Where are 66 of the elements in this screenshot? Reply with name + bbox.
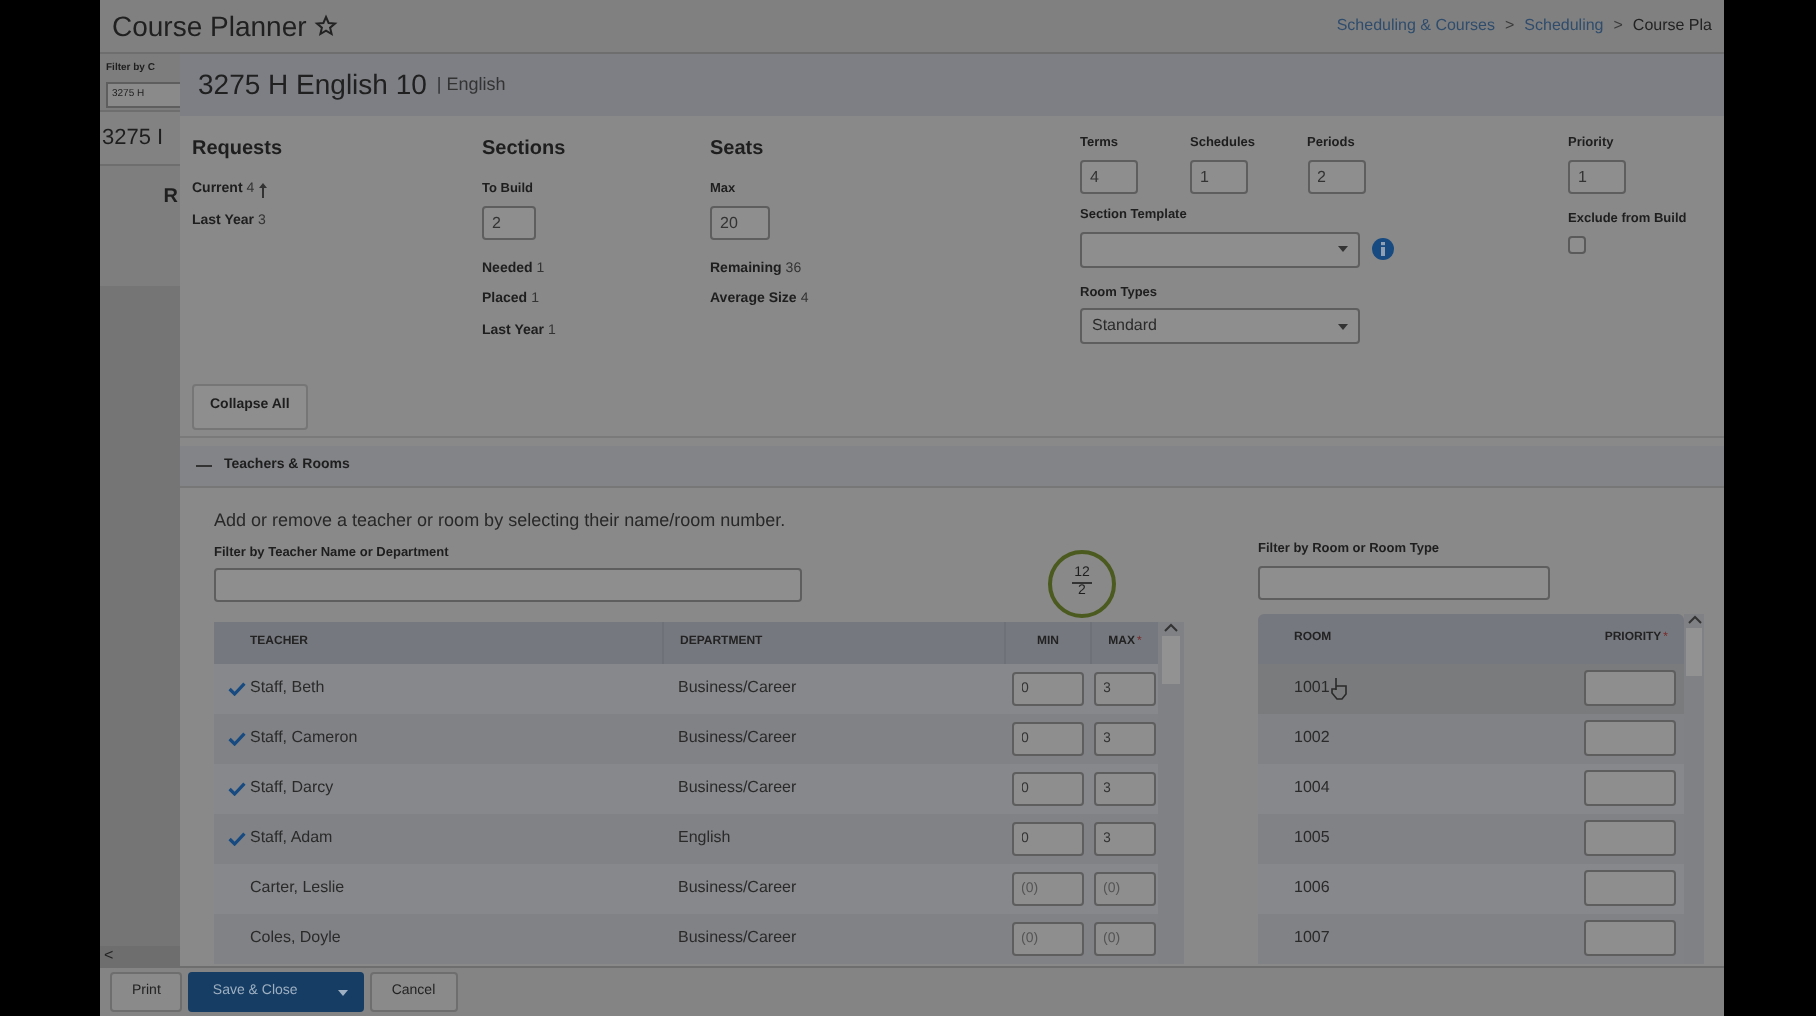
dropdown-value: Standard — [1092, 314, 1157, 339]
table-cell-text: English — [676, 826, 733, 850]
teacher-name: Coles, Doyle — [250, 926, 341, 950]
teacher-filter-field[interactable] — [214, 568, 802, 603]
breadcrumb-separator: > — [1504, 14, 1515, 38]
info-icon[interactable] — [1372, 238, 1394, 260]
dropdown[interactable]: Standard — [1080, 308, 1360, 345]
breadcrumb-separator: > — [1613, 14, 1623, 38]
breadcrumb-link[interactable]: Scheduling — [1524, 14, 1604, 38]
scroll-left-arrow[interactable]: < — [100, 944, 114, 966]
section-heading: Seats — [710, 136, 766, 164]
number-field[interactable]: 4 — [1080, 159, 1138, 194]
caret-up-icon[interactable] — [1164, 621, 1178, 631]
teacher-name: Staff, Beth — [250, 676, 325, 700]
teacher-name: Staff, Adam — [250, 826, 333, 850]
caret-down-icon — [1338, 246, 1348, 252]
scrollbar-thumb[interactable] — [1162, 635, 1180, 683]
max-seats-field[interactable]: 20 — [710, 205, 770, 240]
table-row[interactable]: 1005 — [1258, 813, 1684, 864]
room-number: 1004 — [1294, 776, 1330, 801]
priority-field[interactable] — [1584, 770, 1676, 807]
number-field[interactable]: 1 — [1190, 159, 1248, 194]
scrollbar[interactable] — [1684, 613, 1704, 964]
table-cell-text: Business/Career — [676, 776, 799, 800]
table-row[interactable]: 1001 — [1258, 663, 1684, 714]
number-field[interactable]: 2 — [1307, 159, 1366, 194]
priority-field[interactable] — [1584, 920, 1676, 957]
breadcrumb-link[interactable]: Course Pla — [1632, 14, 1712, 38]
to-build-field[interactable]: 2 — [482, 205, 536, 240]
room-number: 1005 — [1294, 826, 1330, 851]
room-filter-field[interactable] — [1258, 565, 1550, 600]
priority-field[interactable] — [1584, 870, 1676, 907]
star-icon[interactable] — [314, 14, 339, 38]
teacher-name: Staff, Cameron — [250, 726, 358, 750]
table-cell-text: Business/Career — [676, 726, 799, 750]
table-row[interactable]: 1007 — [1258, 913, 1684, 964]
room-number: 1002 — [1294, 726, 1330, 751]
pointer-hand-icon — [1329, 676, 1348, 701]
caret-up-icon[interactable] — [1687, 613, 1701, 624]
room-number: 1001 — [1294, 676, 1330, 701]
section-heading: Sections — [482, 136, 568, 164]
table-row[interactable]: 1002 — [1258, 713, 1684, 764]
priority-field[interactable] — [1584, 720, 1676, 757]
caret-down-icon — [1338, 323, 1348, 330]
dropdown[interactable] — [1080, 231, 1360, 267]
breadcrumb-link[interactable]: Scheduling & Courses — [1336, 14, 1495, 38]
page-title: Course Planner — [112, 7, 307, 45]
instruction-text: Add or remove a teacher or room by selecting their name/room number. — [214, 508, 788, 534]
priority-field[interactable] — [1584, 670, 1676, 707]
course-heading: 3275 I — [100, 123, 164, 154]
teacher-name: Carter, Leslie — [250, 876, 345, 900]
department-label: | English — [436, 71, 506, 98]
priority-field[interactable] — [1584, 820, 1676, 857]
table-cell-text: Business/Career — [676, 676, 799, 700]
table-cell-text: Business/Career — [676, 926, 799, 950]
scrollbar[interactable] — [1158, 621, 1184, 963]
priority-field[interactable]: 1 — [1568, 159, 1626, 194]
column-label: R — [163, 184, 178, 212]
checkbox[interactable] — [1568, 235, 1586, 253]
section-heading: Requests — [192, 136, 285, 164]
room-number: 1007 — [1294, 926, 1330, 951]
scrollbar-thumb[interactable] — [1686, 627, 1702, 676]
room-number: 1006 — [1294, 876, 1330, 901]
modal-title: 3275 H English 10 — [198, 66, 427, 104]
teacher-name: Staff, Darcy — [250, 776, 334, 800]
table-cell-text: Business/Career — [676, 876, 799, 900]
